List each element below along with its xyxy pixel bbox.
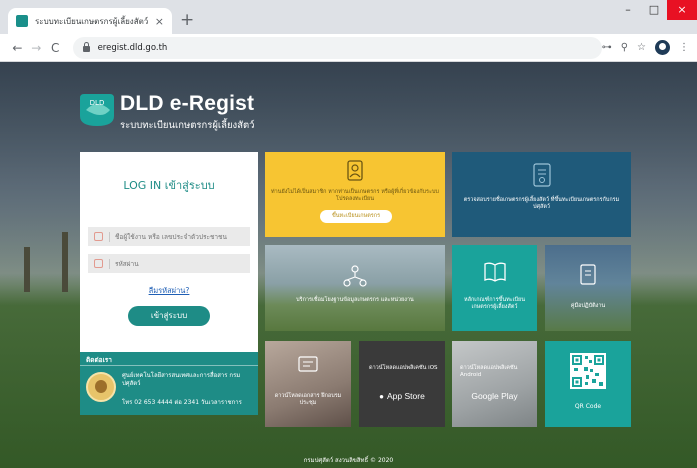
login-button[interactable]: เข้าสู่ระบบ [128,306,210,326]
user-icon [94,232,103,241]
browser-tab[interactable]: ระบบทะเบียนเกษตรกรผู้เลี้ยงสัตว์ × [8,8,172,34]
training-document-icon [298,356,318,372]
field-separator [109,258,110,269]
contact-divider [80,365,258,366]
ios-download-tile[interactable]: ดาวน์โหลดแอปพลิเคชัน iOS ● App Store [359,341,445,427]
criteria-caption: หลักเกณฑ์การขึ้นทะเบียน เกษตรกรผู้เลี้ยง… [463,297,526,310]
field-separator [109,231,110,242]
department-seal-icon [86,372,116,402]
android-caption: ดาวน์โหลดแอปพลิเคชัน Android [460,365,518,378]
minimize-button[interactable]: – [615,0,641,20]
password-field[interactable] [88,254,250,273]
maximize-button[interactable]: □ [641,0,667,20]
network-link-icon [343,265,367,287]
site-favicon-icon [16,15,28,27]
contact-heading: ติดต่อเรา [86,356,112,364]
lock-icon [82,42,90,52]
login-title: LOG IN เข้าสู่ระบบ [123,179,215,192]
check-farmer-tile[interactable]: ตรวจสอบรายชื่อเกษตรกรผู้เลี้ยงสัตว์ ที่ข… [452,152,631,237]
password-input[interactable] [115,259,235,268]
contact-panel: ติดต่อเรา ศูนย์เทคโนโลยีสารสนเทศและการสื… [80,352,258,415]
data-service-caption: บริการเชื่อมโยงฐานข้อมูลเกษตรกร และหน่วย… [296,297,414,303]
window-controls: – □ × [615,0,697,22]
app-store-badge[interactable]: ● App Store [359,391,445,401]
zoom-icon[interactable]: ⚲ [621,42,628,53]
google-play-badge[interactable]: Google Play [452,391,537,401]
qr-code-tile[interactable]: QR Code [545,341,631,427]
qr-code-caption: QR Code [574,403,602,410]
brand-title: DLD e-Regist [120,92,255,115]
ios-caption: ดาวน์โหลดแอปพลิเคชัน iOS [369,365,438,371]
tab-title: ระบบทะเบียนเกษตรกรผู้เลี้ยงสัตว์ [35,16,149,26]
contact-phone: โทร 02 653 4444 ต่อ 2341 วันเวลาราชการ [122,399,242,406]
forward-button[interactable]: → [27,41,46,55]
background-tree [62,232,68,292]
login-card: LOG IN เข้าสู่ระบบ ลืมรหัสผ่าน? เข้าสู่ร… [80,152,258,415]
footer-copyright: กรมปศุสัตว์ สงวนลิขสิทธิ์ © 2020 [303,457,394,464]
data-service-tile[interactable]: บริการเชื่อมโยงฐานข้อมูลเกษตรกร และหน่วย… [265,245,445,331]
close-window-button[interactable]: × [667,0,697,20]
apple-icon: ● [379,392,385,401]
check-farmer-caption: ตรวจสอบรายชื่อเกษตรกรผู้เลี้ยงสัตว์ ที่ข… [463,197,620,210]
manual-tile[interactable]: คู่มือปฏิบัติงาน [545,245,631,331]
android-download-tile[interactable]: ดาวน์โหลดแอปพลิเคชัน Android Google Play [452,341,537,427]
register-caption: ท่านยังไม่ได้เป็นสมาชิก หากท่านเป็นเกษตร… [271,189,439,202]
training-docs-tile[interactable]: ดาวน์โหลดเอกสาร ฝึกอบรมประชุม [265,341,351,427]
toolbar-icons: ⊶ ⚲ ☆ ⋮ [602,40,689,55]
logo-text: DLD [90,99,105,107]
menu-dots-icon[interactable]: ⋮ [679,42,689,53]
manual-book-icon [580,264,596,285]
browser-tabbar: ระบบทะเบียนเกษตรกรผู้เลี้ยงสัตว์ × + – □… [0,0,697,34]
page-background: DLD DLD e-Regist ระบบทะเบียนเกษตรกรผู้เล… [0,62,697,468]
register-farmer-button[interactable]: ขึ้นทะเบียนเกษตรกร [320,210,392,223]
profile-avatar[interactable] [655,40,670,55]
training-docs-caption: ดาวน์โหลดเอกสาร ฝึกอบรมประชุม [274,393,342,406]
qr-code-icon [570,353,606,389]
tab-close-icon[interactable]: × [155,16,164,27]
dld-logo-icon: DLD [80,94,114,126]
document-search-icon [532,163,551,187]
farmer-register-icon [347,160,363,181]
new-tab-button[interactable]: + [180,12,194,29]
book-icon [483,262,506,282]
background-tree [24,247,30,292]
bookmark-star-icon[interactable]: ☆ [637,42,646,53]
address-bar[interactable]: eregist.dld.go.th [72,36,602,59]
username-field[interactable] [88,227,250,246]
url-text: eregist.dld.go.th [97,42,168,53]
key-icon[interactable]: ⊶ [602,42,612,53]
username-input[interactable] [115,232,235,241]
back-button[interactable]: ← [8,41,27,55]
contact-name: ศูนย์เทคโนโลยีสารสนเทศและการสื่อสาร กรมป… [122,372,241,387]
brand-subtitle: ระบบทะเบียนเกษตรกรผู้เลี้ยงสัตว์ [120,120,255,131]
browser-toolbar: ← → C eregist.dld.go.th ⊶ ⚲ ☆ ⋮ [0,34,697,62]
forgot-password-link[interactable]: ลืมรหัสผ่าน? [80,285,258,297]
reload-button[interactable]: C [46,41,65,55]
register-tile[interactable]: ท่านยังไม่ได้เป็นสมาชิก หากท่านเป็นเกษตร… [265,152,445,237]
lock-icon [94,259,103,268]
criteria-tile[interactable]: หลักเกณฑ์การขึ้นทะเบียน เกษตรกรผู้เลี้ยง… [452,245,537,331]
google-play-label: Google Play [471,391,518,401]
app-store-label: App Store [387,391,425,401]
manual-caption: คู่มือปฏิบัติงาน [570,303,606,309]
